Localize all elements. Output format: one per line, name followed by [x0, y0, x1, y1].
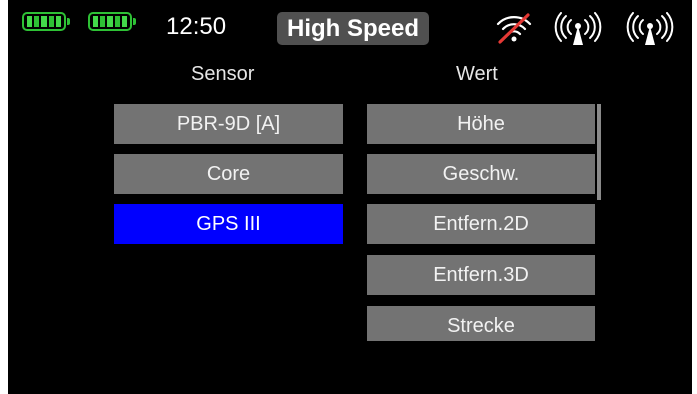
battery-icon [88, 12, 136, 31]
battery-icon [22, 12, 70, 31]
sensor-item-pbr-9d[interactable]: PBR-9D [A] [114, 104, 343, 144]
value-item-strecke[interactable]: Strecke [367, 306, 595, 341]
sensor-column-header: Sensor [191, 63, 255, 85]
mode-badge[interactable]: High Speed [277, 12, 429, 45]
clock: 12:50 [166, 13, 227, 40]
value-item-geschw[interactable]: Geschw. [367, 154, 595, 194]
value-column-header: Wert [456, 63, 498, 85]
transmitter-screen: 12:50 High Speed Sensor Wert PBR-9D [A] … [8, 0, 692, 394]
value-item-hoehe[interactable]: Höhe [367, 104, 595, 144]
sensor-item-gps-iii[interactable]: GPS III [114, 204, 343, 244]
value-item-entfern-3d[interactable]: Entfern.3D [367, 255, 595, 295]
value-list-scrollbar[interactable] [597, 104, 601, 200]
antenna-icon [626, 12, 674, 45]
status-bar: 12:50 High Speed [8, 0, 692, 56]
antenna-icon [554, 12, 602, 45]
sensor-item-core[interactable]: Core [114, 154, 343, 194]
value-item-entfern-2d[interactable]: Entfern.2D [367, 204, 595, 244]
no-signal-icon [496, 13, 532, 44]
